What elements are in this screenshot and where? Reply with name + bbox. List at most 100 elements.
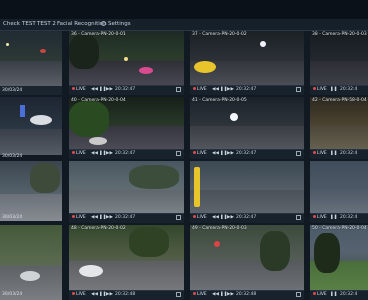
camera-tile[interactable] (0, 97, 62, 155)
camera-tile[interactable]: 49 - Camera-PN-20-0-03 LIVE ◀◀ ❚❚ ▶▶ 20:… (190, 225, 304, 300)
live-indicator: LIVE (72, 87, 86, 92)
fullscreen-icon[interactable] (296, 87, 301, 92)
camera-tile[interactable] (0, 225, 62, 300)
forward-icon[interactable]: ▶▶ (106, 292, 113, 297)
forward-icon[interactable]: ▶▶ (227, 292, 234, 297)
camera-feed (310, 225, 368, 291)
tile-footer: LIVE ◀◀ ❚❚ ▶▶ 20:32:47 (190, 149, 304, 159)
light-shape (214, 241, 220, 247)
camera-tile[interactable]: 48 - Camera-PN-20-0-02 LIVE ◀◀ ❚❚ ▶▶ 20:… (69, 225, 184, 300)
camera-time: 20:32:4 (340, 151, 358, 156)
road-shape (0, 128, 62, 155)
camera-tile[interactable]: 38 - Camera-PN-20-0-03 LIVE ❚❚ 20:32:4 (310, 31, 368, 95)
light-shape (40, 49, 46, 53)
menu-item-facial-recognition[interactable]: Facial Recognition (57, 20, 107, 29)
camera-tile[interactable]: 40 - Camera-PN-20-0-04 LIVE ◀◀ ❚❚ ▶▶ 20:… (69, 97, 184, 159)
road-shape (310, 61, 368, 86)
camera-feed (69, 97, 184, 150)
camera-tile[interactable]: 42 - Camera-PN-58-0-04 LIVE ❚❚ 20:32:4 (310, 97, 368, 159)
camera-tile[interactable]: 50 - Camera-PN-20-0-04 LIVE ❚❚ 20:32:4 (310, 225, 368, 300)
camera-tile[interactable]: 36 - Camera-PN-20-0-01 LIVE ◀◀ ❚❚ ▶▶ 20:… (69, 31, 184, 95)
camera-date: 30/03/24 (2, 215, 23, 220)
tree-shape (69, 35, 99, 69)
camera-time: 20:32:48 (115, 292, 136, 297)
rewind-icon[interactable]: ◀◀ (212, 151, 219, 156)
camera-tile[interactable]: 41 - Camera-PN-20-0-05 LIVE ◀◀ ❚❚ ▶▶ 20:… (190, 97, 304, 159)
camera-label: 40 - Camera-PN-20-0-04 (71, 98, 126, 103)
camera-tile[interactable]: 37 - Camera-PN-20-0-02 LIVE ◀◀ ❚❚ ▶▶ 20:… (190, 31, 304, 95)
light-shape (124, 57, 128, 61)
camera-label: 41 - Camera-PN-20-0-05 (192, 98, 247, 103)
camera-date: 30/03/24 (2, 88, 23, 93)
light-shape (79, 265, 103, 277)
fullscreen-icon[interactable] (176, 292, 181, 297)
live-indicator: LIVE (313, 292, 327, 297)
forward-icon[interactable]: ▶▶ (227, 87, 234, 92)
tile-footer: LIVE ❚❚ 20:32:4 (310, 290, 368, 300)
camera-tile[interactable] (0, 161, 62, 221)
forward-icon[interactable]: ▶▶ (227, 215, 234, 220)
light-shape (30, 115, 52, 125)
rewind-icon[interactable]: ◀◀ (212, 292, 219, 297)
camera-time: 20:32:47 (115, 151, 136, 156)
pause-icon[interactable]: ❚❚ (330, 292, 338, 297)
tile-footer: LIVE ◀◀ ❚❚ ▶▶ 20:32:47 (190, 85, 304, 95)
menu-item-settings[interactable]: Settings (101, 20, 131, 29)
camera-tile[interactable] (0, 31, 62, 95)
fullscreen-icon[interactable] (296, 215, 301, 220)
camera-tile[interactable]: LIVE ❚❚ 20:32:4 (310, 161, 368, 223)
tile-footer: LIVE ◀◀ ❚❚ ▶▶ 20:32:47 (190, 213, 304, 223)
fullscreen-icon[interactable] (176, 215, 181, 220)
pause-icon[interactable]: ❚❚ (330, 215, 338, 220)
road-shape (190, 126, 304, 150)
live-indicator: LIVE (313, 215, 327, 220)
camera-feed (0, 97, 62, 155)
camera-time: 20:32:4 (340, 215, 358, 220)
menu-item-check[interactable]: Check (3, 20, 20, 29)
tree-shape (69, 101, 109, 137)
fullscreen-icon[interactable] (296, 151, 301, 156)
camera-time: 20:32:47 (236, 87, 257, 92)
camera-tile[interactable]: LIVE ◀◀ ❚❚ ▶▶ 20:32:47 (190, 161, 304, 223)
light-shape (20, 271, 40, 281)
camera-time: 20:32:47 (115, 87, 136, 92)
road-shape (69, 190, 184, 214)
camera-feed (310, 97, 368, 150)
fullscreen-icon[interactable] (176, 151, 181, 156)
rewind-icon[interactable]: ◀◀ (212, 87, 219, 92)
camera-date: 30/03/24 (2, 292, 23, 297)
live-indicator: LIVE (193, 292, 207, 297)
menu-item-test-2[interactable]: TEST 2 (37, 20, 56, 29)
camera-label: 37 - Camera-PN-20-0-02 (192, 32, 247, 37)
rewind-icon[interactable]: ◀◀ (91, 87, 98, 92)
forward-icon[interactable]: ▶▶ (106, 151, 113, 156)
light-shape (6, 43, 9, 46)
rewind-icon[interactable]: ◀◀ (91, 215, 98, 220)
tile-footer: LIVE ◀◀ ❚❚ ▶▶ 20:32:47 (69, 213, 184, 223)
tile-footer: LIVE ◀◀ ❚❚ ▶▶ 20:32:47 (69, 149, 184, 159)
rewind-icon[interactable]: ◀◀ (91, 292, 98, 297)
live-indicator: LIVE (193, 151, 207, 156)
fullscreen-icon[interactable] (176, 87, 181, 92)
rewind-icon[interactable]: ◀◀ (212, 215, 219, 220)
camera-tile[interactable]: LIVE ◀◀ ❚❚ ▶▶ 20:32:47 (69, 161, 184, 223)
gear-icon (101, 21, 106, 26)
camera-feed (0, 225, 62, 300)
rewind-icon[interactable]: ◀◀ (91, 151, 98, 156)
tile-footer: LIVE ❚❚ 20:32:4 (310, 85, 368, 95)
camera-feed (69, 225, 184, 291)
pause-icon[interactable]: ❚❚ (330, 87, 338, 92)
road-shape (190, 261, 304, 291)
forward-icon[interactable]: ▶▶ (227, 151, 234, 156)
tree-shape (129, 165, 179, 189)
menu-item-test[interactable]: TEST (22, 20, 36, 29)
camera-feed (310, 161, 368, 214)
fullscreen-icon[interactable] (296, 292, 301, 297)
camera-feed (190, 161, 304, 214)
tile-footer: LIVE ◀◀ ❚❚ ▶▶ 20:32:48 (69, 290, 184, 300)
forward-icon[interactable]: ▶▶ (106, 215, 113, 220)
pause-icon[interactable]: ❚❚ (330, 151, 338, 156)
light-shape (194, 61, 216, 73)
forward-icon[interactable]: ▶▶ (106, 87, 113, 92)
menu-bar: Check TEST TEST 2 Facial Recognition Set… (0, 19, 368, 31)
